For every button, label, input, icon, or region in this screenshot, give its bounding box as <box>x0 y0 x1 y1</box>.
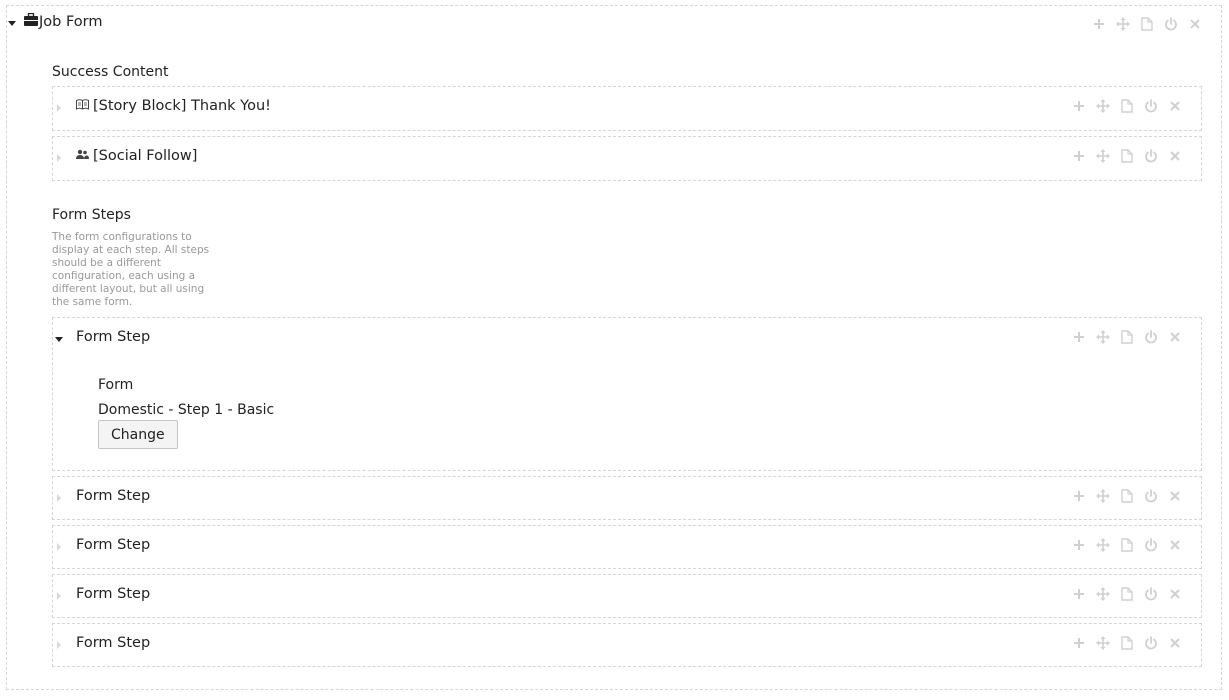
item-actions <box>1071 98 1183 114</box>
expand-toggle[interactable] <box>54 591 64 601</box>
move-icon[interactable] <box>1095 148 1111 164</box>
job-form-title: Job Form <box>39 13 103 30</box>
book-icon <box>76 98 89 114</box>
power-icon[interactable] <box>1163 16 1179 32</box>
close-icon[interactable] <box>1167 488 1183 504</box>
copy-icon[interactable] <box>1119 635 1135 651</box>
move-icon[interactable] <box>1095 488 1111 504</box>
item-actions <box>1071 635 1183 651</box>
copy-icon[interactable] <box>1119 329 1135 345</box>
close-icon[interactable] <box>1167 586 1183 602</box>
copy-icon[interactable] <box>1119 537 1135 553</box>
collapse-toggle[interactable] <box>54 334 64 344</box>
add-icon[interactable] <box>1071 635 1087 651</box>
move-icon[interactable] <box>1095 586 1111 602</box>
close-icon[interactable] <box>1167 635 1183 651</box>
success-item-title: [Social Follow] <box>76 148 197 164</box>
close-icon[interactable] <box>1167 98 1183 114</box>
copy-icon[interactable] <box>1119 148 1135 164</box>
item-actions <box>1071 488 1183 504</box>
expand-toggle[interactable] <box>54 493 64 503</box>
briefcase-icon <box>24 12 38 30</box>
success-item-title: [Story Block] Thank You! <box>76 98 271 114</box>
add-icon[interactable] <box>1071 488 1087 504</box>
form-step-title: Form Step <box>76 537 151 553</box>
success-content-label: Success Content <box>52 64 169 80</box>
story-block-title: [Story Block] Thank You! <box>93 98 271 114</box>
expand-toggle[interactable] <box>54 153 64 163</box>
social-follow-title: [Social Follow] <box>93 148 198 164</box>
add-icon[interactable] <box>1071 329 1087 345</box>
form-step-title: Form Step <box>76 586 151 602</box>
move-icon[interactable] <box>1095 329 1111 345</box>
add-icon[interactable] <box>1071 98 1087 114</box>
move-icon[interactable] <box>1095 98 1111 114</box>
job-form-header: Job Form <box>24 12 103 30</box>
power-icon[interactable] <box>1143 537 1159 553</box>
form-field-label: Form <box>98 377 134 393</box>
expand-toggle[interactable] <box>54 640 64 650</box>
job-form-panel: Job Form Success Content [Story Block] T… <box>6 5 1222 690</box>
success-item-social-follow[interactable]: [Social Follow] <box>52 136 1202 181</box>
expand-toggle[interactable] <box>54 103 64 113</box>
copy-icon[interactable] <box>1119 586 1135 602</box>
item-actions <box>1071 537 1183 553</box>
form-step-4[interactable]: Form Step <box>52 574 1202 618</box>
power-icon[interactable] <box>1143 148 1159 164</box>
form-step-2[interactable]: Form Step <box>52 476 1202 520</box>
add-icon[interactable] <box>1091 16 1107 32</box>
item-actions <box>1071 148 1183 164</box>
form-step-1: Form Step Form Domestic - Step 1 - Basic… <box>52 317 1202 471</box>
form-steps-description: The form configurations to display at ea… <box>52 231 210 308</box>
form-step-title: Form Step <box>76 488 151 504</box>
move-icon[interactable] <box>1095 635 1111 651</box>
copy-icon[interactable] <box>1119 98 1135 114</box>
power-icon[interactable] <box>1143 488 1159 504</box>
close-icon[interactable] <box>1167 329 1183 345</box>
form-step-5[interactable]: Form Step <box>52 623 1202 667</box>
item-actions <box>1071 329 1183 345</box>
expand-toggle[interactable] <box>54 542 64 552</box>
form-step-title: Form Step <box>76 635 151 651</box>
add-icon[interactable] <box>1071 148 1087 164</box>
form-field-value: Domestic - Step 1 - Basic <box>98 402 275 418</box>
copy-icon[interactable] <box>1119 488 1135 504</box>
power-icon[interactable] <box>1143 98 1159 114</box>
job-form-collapse-toggle[interactable] <box>7 18 17 28</box>
change-button[interactable]: Change <box>98 420 178 449</box>
add-icon[interactable] <box>1071 537 1087 553</box>
power-icon[interactable] <box>1143 586 1159 602</box>
copy-icon[interactable] <box>1139 16 1155 32</box>
form-step-3[interactable]: Form Step <box>52 525 1202 569</box>
close-icon[interactable] <box>1187 16 1203 32</box>
close-icon[interactable] <box>1167 537 1183 553</box>
power-icon[interactable] <box>1143 635 1159 651</box>
job-form-actions <box>1091 16 1203 32</box>
move-icon[interactable] <box>1115 16 1131 32</box>
users-icon <box>76 148 89 164</box>
success-item-story-block[interactable]: [Story Block] Thank You! <box>52 86 1202 131</box>
form-steps-label: Form Steps <box>52 207 131 223</box>
close-icon[interactable] <box>1167 148 1183 164</box>
move-icon[interactable] <box>1095 537 1111 553</box>
power-icon[interactable] <box>1143 329 1159 345</box>
form-step-title: Form Step <box>76 329 151 345</box>
item-actions <box>1071 586 1183 602</box>
add-icon[interactable] <box>1071 586 1087 602</box>
